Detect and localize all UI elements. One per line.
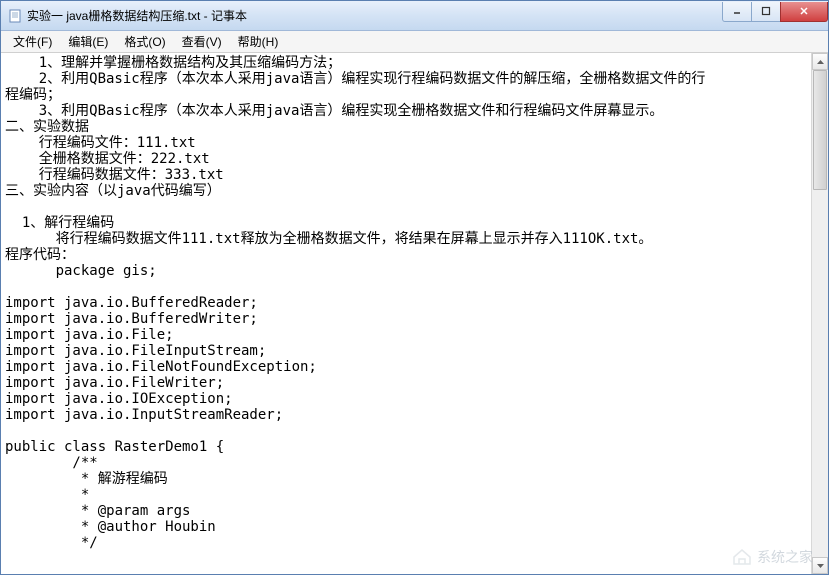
app-icon bbox=[7, 8, 23, 24]
text-content[interactable]: 1、理解并掌握栅格数据结构及其压缩编码方法； 2、利用QBasic程序（本次本人… bbox=[1, 53, 811, 574]
window-title: 实验一 java栅格数据结构压缩.txt - 记事本 bbox=[27, 7, 723, 24]
minimize-button[interactable] bbox=[722, 2, 752, 22]
window-controls bbox=[723, 2, 828, 22]
content-area: 1、理解并掌握栅格数据结构及其压缩编码方法； 2、利用QBasic程序（本次本人… bbox=[1, 53, 828, 574]
menu-file[interactable]: 文件(F) bbox=[5, 31, 60, 52]
scroll-thumb[interactable] bbox=[813, 70, 827, 190]
scroll-track[interactable] bbox=[812, 70, 828, 557]
menu-format[interactable]: 格式(O) bbox=[116, 31, 173, 52]
menubar: 文件(F) 编辑(E) 格式(O) 查看(V) 帮助(H) bbox=[1, 31, 828, 53]
scroll-up-button[interactable] bbox=[812, 53, 828, 70]
menu-view[interactable]: 查看(V) bbox=[174, 31, 230, 52]
titlebar[interactable]: 实验一 java栅格数据结构压缩.txt - 记事本 bbox=[1, 1, 828, 31]
vertical-scrollbar[interactable] bbox=[811, 53, 828, 574]
close-button[interactable] bbox=[780, 2, 828, 22]
menu-edit[interactable]: 编辑(E) bbox=[60, 31, 116, 52]
menu-help[interactable]: 帮助(H) bbox=[230, 31, 287, 52]
scroll-down-button[interactable] bbox=[812, 557, 828, 574]
maximize-button[interactable] bbox=[751, 2, 781, 22]
notepad-window: 实验一 java栅格数据结构压缩.txt - 记事本 文件(F) 编辑(E) 格… bbox=[0, 0, 829, 575]
